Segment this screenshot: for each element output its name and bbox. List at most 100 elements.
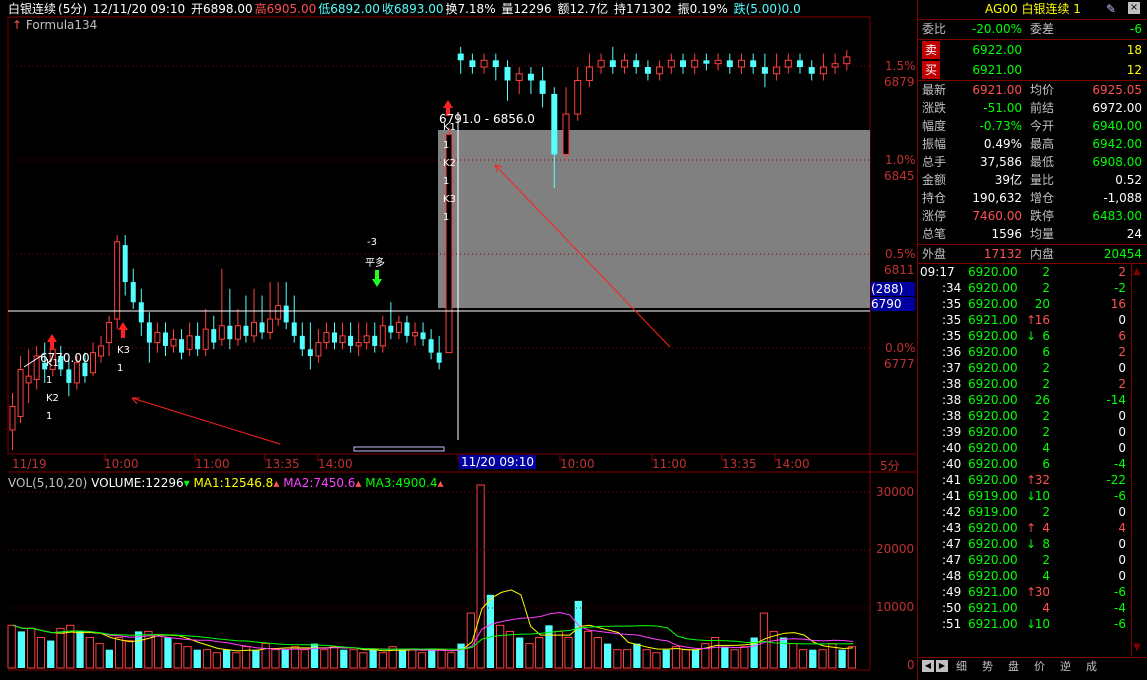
tab-reverse[interactable]: 逆 [1060, 660, 1071, 674]
tab-orderbook[interactable]: 盘 [1008, 660, 1019, 674]
volume-bar-down [633, 643, 641, 668]
trade-row[interactable]: :38 6920.00 2 2 [918, 376, 1130, 392]
trade-row[interactable]: :34 6920.00 2 -2 [918, 280, 1130, 296]
volume-bar-up [271, 649, 280, 669]
sell-row[interactable]: 卖 6922.00 18 [918, 41, 1142, 59]
buy-volume: 12 [1126, 63, 1142, 77]
trade-row[interactable]: :49 6921.00 ↑ 30 -6 [918, 584, 1130, 600]
trade-row[interactable]: :40 6920.00 6 -4 [918, 456, 1130, 472]
scroll-up-icon[interactable]: ▲ [1133, 266, 1141, 277]
trade-row[interactable]: :36 6920.00 6 2 [918, 344, 1130, 360]
quote-row: 涨停 7460.00 跌停 6483.00 [918, 207, 1142, 225]
volume-bar-down [222, 649, 231, 668]
volume-bar-down [398, 649, 407, 668]
trade-row[interactable]: :35 6920.00 20 16 [918, 296, 1130, 312]
pct-label-4: 0.0% [885, 341, 916, 355]
scroll-down-icon[interactable]: ▼ [1133, 642, 1141, 653]
trade-row[interactable]: :43 6920.00 ↑ 4 4 [918, 520, 1130, 536]
main-chart-area[interactable]: 白银连续 (5分) 12/11/20 09:10 开6898.00 高6905.00… [0, 0, 916, 680]
trade-row[interactable]: :35 6920.00 ↓ 6 6 [918, 328, 1130, 344]
quote-label: 前结 [1030, 101, 1055, 115]
time-label-1: 10:00 [104, 457, 139, 471]
candle-body-down [492, 60, 499, 68]
tab-deal[interactable]: 成 [1086, 660, 1097, 674]
wrench-icon[interactable]: ✎ [1106, 2, 1116, 16]
candle-body-up [819, 66, 827, 75]
trade-price: 6921.00 [968, 585, 1018, 599]
buy-row[interactable]: 买 6921.00 12 [918, 61, 1142, 79]
tab-price[interactable]: 价 [1034, 660, 1045, 674]
vol-volume: VOLUME:12296 [91, 476, 184, 490]
trade-time: :35 [942, 329, 962, 343]
trade-price: 6921.00 [968, 617, 1018, 631]
trade-row[interactable]: :38 6920.00 26 -14 [918, 392, 1130, 408]
tab-detail[interactable]: 细 [956, 660, 967, 674]
trade-row[interactable]: :38 6920.00 2 0 [918, 408, 1130, 424]
volume-bar-up [56, 627, 65, 669]
quote-value: 0.52 [1115, 173, 1142, 187]
candle-body-up [738, 59, 745, 68]
quote-label: 今开 [1030, 119, 1055, 133]
tab-trend[interactable]: 势 [982, 660, 993, 674]
trade-volume: 10 [1034, 489, 1050, 503]
trade-row[interactable]: :35 6921.00 ↑ 16 0 [918, 312, 1130, 328]
trade-row[interactable]: :41 6919.00 ↓ 10 -6 [918, 488, 1130, 504]
trade-price: 6920.00 [968, 425, 1018, 439]
trade-price: 6919.00 [968, 505, 1018, 519]
trade-delta: 0 [1118, 313, 1126, 327]
trade-row[interactable]: 09:17 6920.00 2 2 [918, 264, 1130, 280]
candle-body-down [539, 80, 546, 94]
trade-time: :47 [942, 537, 962, 551]
up-arrow-icon-2 [118, 322, 128, 338]
volume-bar-down [193, 649, 201, 668]
quote-value: 24 [1126, 227, 1142, 241]
left-k2-value: 1 [46, 411, 53, 422]
volume-bar-down [691, 649, 700, 668]
quote-code: AG00 [985, 2, 1018, 16]
candle-body-down [428, 339, 434, 353]
trade-volume: 32 [1034, 473, 1050, 487]
trade-row[interactable]: :40 6920.00 4 0 [918, 440, 1130, 456]
trade-row[interactable]: :42 6919.00 2 0 [918, 504, 1130, 520]
candle-body-up [656, 66, 664, 75]
red-annotation-line-1 [131, 397, 281, 445]
trade-row[interactable]: :37 6920.00 2 0 [918, 360, 1130, 376]
trade-time: :39 [942, 425, 962, 439]
trade-time: :40 [942, 441, 962, 455]
trade-price: 6920.00 [968, 553, 1018, 567]
quote-value: 6921.00 [972, 83, 1022, 97]
price-label-4: 6777 [884, 357, 915, 371]
trade-row[interactable]: :51 6921.00 ↓ 10 -6 [918, 616, 1130, 632]
tab-right-icon[interactable]: ▶ [936, 660, 948, 672]
time-label-3: 13:35 [265, 457, 300, 471]
time-label-0: 11/19 [12, 457, 47, 471]
trade-row[interactable]: :41 6920.00 ↑ 32 -22 [918, 472, 1130, 488]
trade-delta: 0 [1118, 505, 1126, 519]
volume-bar-up [554, 630, 563, 669]
trade-row[interactable]: :47 6920.00 ↓ 8 0 [918, 536, 1130, 552]
buy-price: 6921.00 [972, 63, 1022, 77]
quote-label: 跌停 [1030, 209, 1055, 223]
trade-price: 6921.00 [968, 313, 1018, 327]
trade-row[interactable]: :50 6921.00 4 -4 [918, 600, 1130, 616]
volume-bar-up [447, 652, 456, 669]
candle-body-up [691, 59, 699, 68]
trade-scrollbar[interactable]: ▲ ▼ [1131, 264, 1145, 656]
left-k2-label: K2 [46, 393, 59, 404]
volume-bar-down [164, 637, 172, 668]
volume-bar-up [417, 652, 427, 669]
trade-row[interactable]: :47 6920.00 2 0 [918, 552, 1130, 568]
mid-text-label: 平多 [365, 258, 385, 269]
trade-price: 6920.00 [968, 297, 1018, 311]
quote-value: 37,586 [980, 155, 1022, 169]
candle-body-down [299, 335, 305, 350]
quote-value: 6972.00 [1092, 101, 1142, 115]
tab-left-icon[interactable]: ◀ [922, 660, 934, 672]
trade-row[interactable]: :39 6920.00 2 0 [918, 424, 1130, 440]
buy-label: 买 [922, 61, 941, 79]
price-chart-svg[interactable] [0, 0, 916, 680]
trade-row[interactable]: :48 6920.00 4 0 [918, 568, 1130, 584]
cursor-price-label: 6790 [871, 297, 915, 311]
close-icon[interactable]: × [1128, 2, 1140, 14]
quote-value: 7460.00 [972, 209, 1022, 223]
